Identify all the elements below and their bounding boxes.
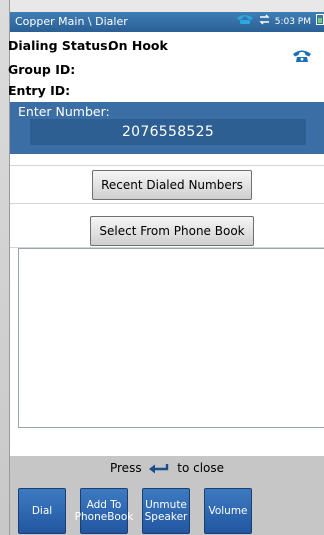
window-title: Copper Main \ Dialer bbox=[15, 15, 128, 28]
enter-number-label: Enter Number: bbox=[18, 104, 110, 119]
press-text: Press bbox=[109, 461, 142, 475]
phone-on-hook-icon bbox=[292, 48, 312, 67]
divider bbox=[10, 165, 324, 166]
to-close-text: to close bbox=[177, 461, 225, 475]
press-to-close-bar: Press to close bbox=[10, 456, 324, 480]
battery-icon bbox=[316, 12, 324, 32]
dialing-status-value: On Hook bbox=[108, 38, 168, 53]
sync-arrows-icon bbox=[259, 12, 270, 32]
number-input[interactable]: 2076558525 bbox=[30, 119, 306, 145]
enter-number-panel: Enter Number: 2076558525 bbox=[10, 102, 324, 154]
unmute-speaker-softkey[interactable]: Unmute Speaker bbox=[142, 488, 190, 534]
entry-id-row: Entry ID: bbox=[8, 83, 70, 98]
title-bar: Copper Main \ Dialer 5:03 PM bbox=[10, 12, 324, 32]
recent-dialed-numbers-button[interactable]: Recent Dialed Numbers bbox=[92, 170, 252, 200]
return-arrow-icon bbox=[145, 461, 177, 475]
group-id-label: Group ID: bbox=[8, 62, 76, 77]
volume-softkey[interactable]: Volume bbox=[204, 488, 252, 534]
list-area bbox=[18, 248, 324, 428]
dial-softkey[interactable]: Dial bbox=[18, 488, 66, 534]
dialing-status-row: Dialing Status: On Hook bbox=[8, 38, 168, 53]
dialing-status-label: Dialing Status: bbox=[8, 38, 113, 53]
add-to-phonebook-softkey[interactable]: Add To PhoneBook bbox=[75, 488, 133, 534]
softkey-bar: Dial Add To PhoneBook Unmute Speaker Vol… bbox=[10, 480, 324, 535]
select-from-phone-book-button[interactable]: Select From Phone Book bbox=[90, 216, 254, 246]
status-icons: 5:03 PM bbox=[236, 12, 324, 32]
entry-id-label: Entry ID: bbox=[8, 83, 71, 98]
left-edge bbox=[0, 0, 10, 535]
clock: 5:03 PM bbox=[274, 17, 311, 27]
group-id-row: Group ID: bbox=[8, 62, 75, 77]
divider bbox=[10, 203, 324, 204]
phone-icon bbox=[236, 12, 254, 32]
